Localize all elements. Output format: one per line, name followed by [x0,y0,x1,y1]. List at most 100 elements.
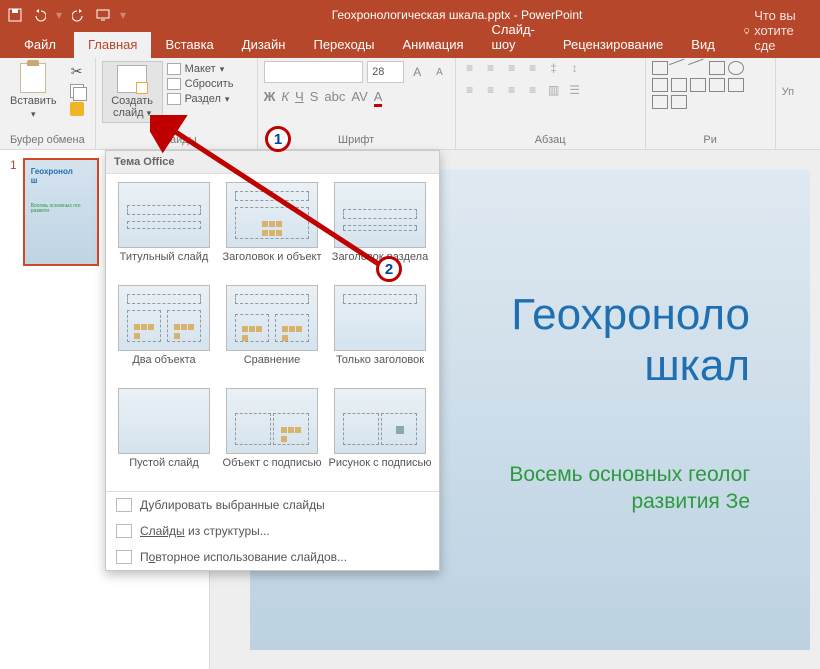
tab-insert[interactable]: Вставка [151,32,227,58]
numbering-icon[interactable]: ≡ [483,61,499,75]
layout-two-content[interactable]: Два объекта [110,285,218,380]
group-slides-label: Слайды [102,133,251,147]
group-font: 28 A A Ж К Ч S abc AV A Шрифт [258,58,456,149]
increase-font-icon[interactable]: A [408,61,426,83]
decrease-font-icon[interactable]: A [430,61,448,83]
qat-dropdown-icon[interactable]: ▾ [120,8,126,22]
font-family-select[interactable] [264,61,363,83]
tab-view[interactable]: Вид [677,32,729,58]
reuse-label-a: П [140,550,149,564]
reuse-slides-button[interactable]: Повторное использование слайдов... [106,544,439,570]
shape-line-arrow[interactable] [688,59,708,78]
tab-animations[interactable]: Анимация [388,32,477,58]
reset-button[interactable]: Сбросить [167,78,251,90]
align-center-icon[interactable]: ≡ [483,83,499,97]
line-spacing-icon[interactable]: ‡ [546,61,562,75]
format-painter-icon[interactable] [70,102,84,116]
tab-slideshow[interactable]: Слайд-шоу [478,17,549,58]
start-slideshow-icon[interactable] [96,8,110,22]
tab-design[interactable]: Дизайн [228,32,300,58]
tab-transitions[interactable]: Переходы [299,32,388,58]
layout-label: Два объекта [132,354,195,380]
indent-inc-icon[interactable]: ≡ [525,61,541,75]
group-drawing-label: Ри [652,133,769,147]
layout-picture-caption[interactable]: Рисунок с подписью [326,388,434,483]
layout-title-slide[interactable]: Титульный слайд [110,182,218,277]
thumb-number: 1 [10,158,17,266]
group-paragraph-label: Абзац [462,133,639,147]
convert-smartart-icon[interactable]: ☰ [567,83,583,97]
shape-rectangle[interactable] [652,61,668,75]
align-justify-icon[interactable]: ≡ [525,83,541,97]
duplicate-slides-button[interactable]: Дублировать выбранные слайды [106,492,439,518]
shape-connector[interactable] [728,78,744,92]
text-direction-icon[interactable]: ↕ [567,61,583,75]
quick-access-toolbar: ▾ ▾ [0,8,134,22]
duplicate-icon [116,498,132,512]
tab-file[interactable]: Файл [6,32,74,58]
underline-button[interactable]: Ч [295,89,304,104]
layout-title-only[interactable]: Только заголовок [326,285,434,380]
thumb-subtitle: Восемь основных гео развити [31,204,91,215]
shape-callout[interactable] [690,78,706,92]
reuse-icon [116,550,132,564]
font-color-button[interactable]: A [374,89,383,104]
shape-arrow[interactable] [652,78,668,92]
shape-curve[interactable] [709,78,725,92]
new-slide-button[interactable]: Создать слайд ▾ [102,61,163,123]
indent-dec-icon[interactable]: ≡ [504,61,520,75]
group-clipboard: Вставить ▾ ✂ Буфер обмена [0,58,96,149]
ribbon-tabs: Файл Главная Вставка Дизайн Переходы Ани… [0,30,820,58]
outline-label-a: Слайды [140,524,185,538]
layout-label: Объект с подписью [223,457,322,483]
layout-section-header[interactable]: Заголовок раздела [326,182,434,277]
tab-review[interactable]: Рецензирование [549,32,677,58]
shape-more[interactable] [671,78,687,92]
group-font-label: Шрифт [264,133,449,147]
paste-icon [20,63,46,93]
font-size-value: 28 [372,66,384,78]
redo-icon[interactable] [72,8,86,22]
slide-thumbnail-1[interactable]: Геохронол ш Восемь основных гео развити [23,158,99,266]
align-right-icon[interactable]: ≡ [504,83,520,97]
italic-button[interactable]: К [281,89,289,104]
group-clipboard-label: Буфер обмена [6,133,89,147]
undo-icon[interactable] [32,8,46,22]
section-button[interactable]: Раздел ▾ [167,93,251,105]
save-icon[interactable] [8,8,22,22]
align-left-icon[interactable]: ≡ [462,83,478,97]
layout-label: Сравнение [244,354,301,380]
layout-comparison[interactable]: Сравнение [218,285,326,380]
columns-icon[interactable]: ▥ [546,83,562,97]
strike-button[interactable]: S [310,89,319,104]
cut-icon[interactable]: ✂ [71,63,83,80]
group-slides: Создать слайд ▾ Макет ▾ Сбросить Раздел … [96,58,258,149]
section-icon [167,93,181,105]
shadow-button[interactable]: abc [324,89,345,104]
bold-button[interactable]: Ж [264,89,276,104]
font-size-select[interactable]: 28 [367,61,404,83]
chevron-down-icon: ▾ [147,108,152,118]
shape-line[interactable] [669,59,689,78]
layout-label: Титульный слайд [120,251,209,277]
layout-content-caption[interactable]: Объект с подписью [218,388,326,483]
reset-icon [167,78,181,90]
tell-me-search[interactable]: Что вы хотите сде [735,3,820,58]
group-drawing: Ри [646,58,776,149]
layout-blank[interactable]: Пустой слайд [110,388,218,483]
bullets-icon[interactable]: ≡ [462,61,478,75]
tab-home[interactable]: Главная [74,32,151,58]
layout-icon [167,63,181,75]
shape-star[interactable] [652,95,668,109]
layout-label: Заголовок и объект [223,251,322,277]
copy-icon[interactable] [70,84,84,98]
spacing-button[interactable]: AV [351,89,367,104]
layout-button[interactable]: Макет ▾ [167,63,251,75]
ribbon: Вставить ▾ ✂ Буфер обмена Создать слайд … [0,58,820,150]
paste-button[interactable]: Вставить ▾ [6,61,61,122]
slides-from-outline-button[interactable]: Слайды из структуры... [106,518,439,544]
shape-ellipse[interactable] [728,61,744,75]
layout-title-content[interactable]: Заголовок и объект [218,182,326,277]
shape-rect2[interactable] [709,61,725,75]
shape-brace[interactable] [671,95,687,109]
